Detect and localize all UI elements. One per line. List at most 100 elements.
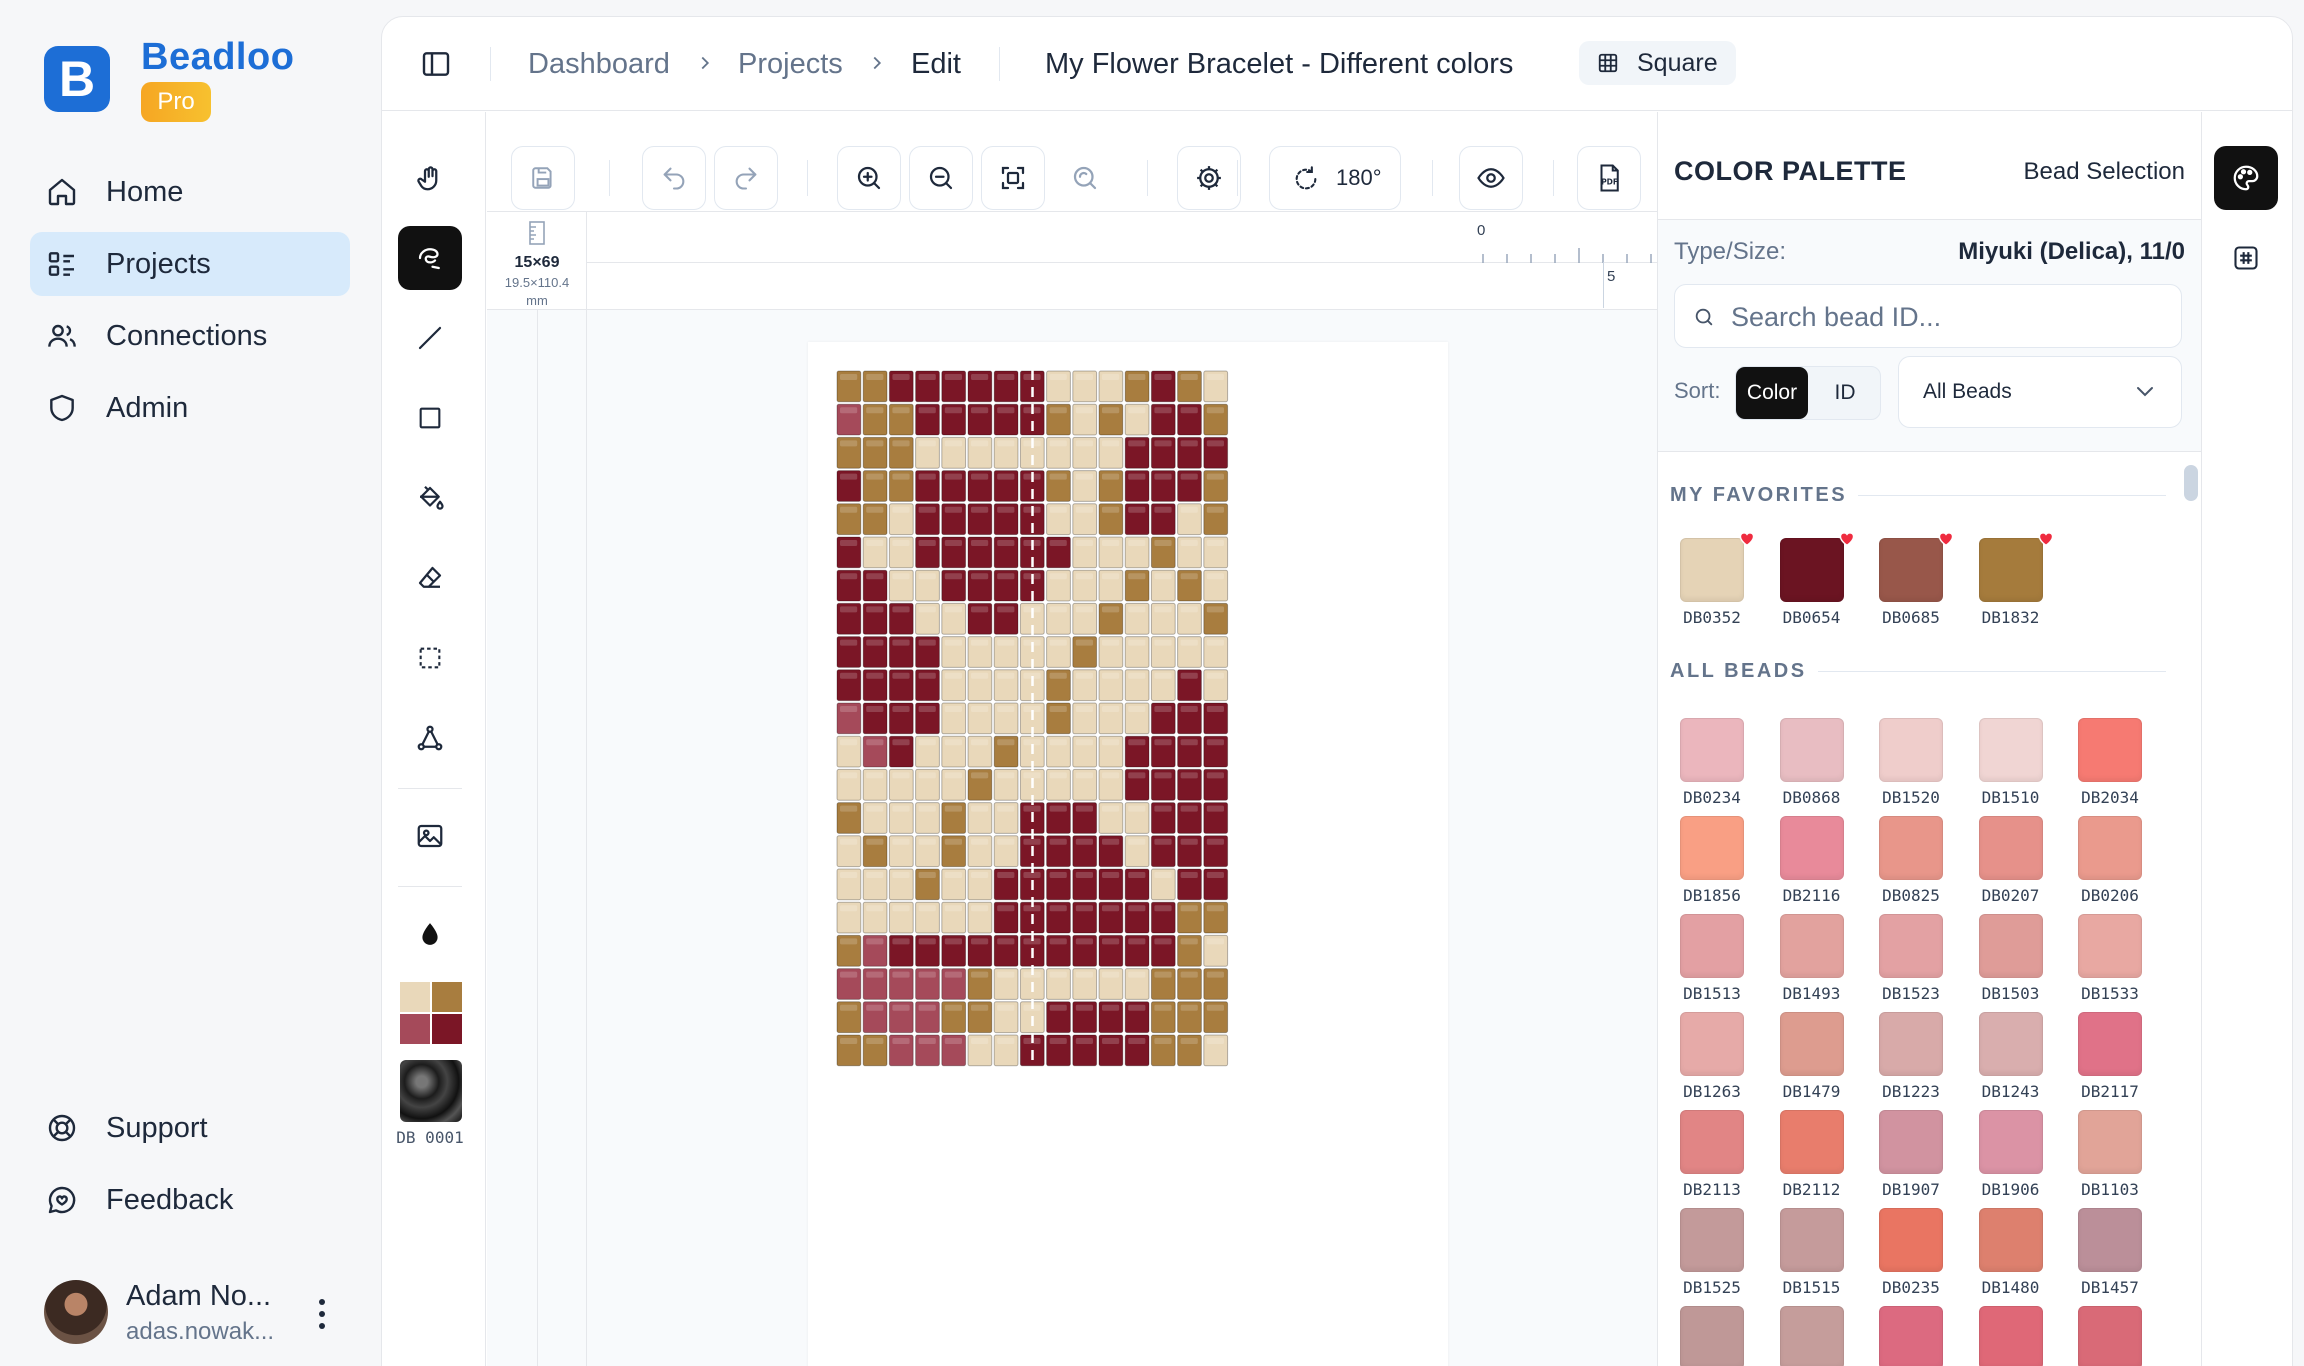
bead-color-chip[interactable] <box>1978 1110 2043 1174</box>
bead-color-chip[interactable] <box>1779 816 1844 880</box>
bead-color-chip[interactable] <box>1680 1208 1744 1272</box>
breadcrumb-projects[interactable]: Projects <box>738 48 843 81</box>
bead-swatch[interactable]: DB1480 <box>1969 1200 2059 1297</box>
bead-swatch[interactable] <box>1770 1298 1860 1366</box>
grid-panel-button[interactable] <box>2214 226 2278 290</box>
favorite-bead[interactable]: DB0685 <box>1869 530 1959 627</box>
hand-tool[interactable] <box>398 146 462 210</box>
bead-swatch[interactable]: DB1533 <box>2068 906 2158 1003</box>
bead-swatch[interactable]: DB2116 <box>1770 808 1860 905</box>
reset-zoom-button[interactable] <box>1053 146 1117 210</box>
bead-swatch[interactable]: DB1906 <box>1969 1102 2059 1199</box>
bead-swatch[interactable]: DB1243 <box>1969 1004 2059 1101</box>
bead-swatch[interactable]: DB1503 <box>1969 906 2059 1003</box>
settings-button[interactable] <box>1177 146 1241 210</box>
favorite-bead[interactable]: DB0352 <box>1670 530 1760 627</box>
bead-color-chip[interactable] <box>1680 1306 1744 1366</box>
preview-button[interactable] <box>1459 146 1523 210</box>
sidebar-toggle-icon[interactable] <box>420 48 452 80</box>
bead-color-chip[interactable] <box>1978 1208 2043 1272</box>
image-import-tool[interactable] <box>398 804 462 868</box>
bead-color-chip[interactable] <box>2078 914 2142 978</box>
redo-button[interactable] <box>714 146 778 210</box>
bead-filter-select[interactable]: All Beads <box>1898 356 2182 428</box>
brand-name[interactable]: Beadloo <box>141 36 294 79</box>
heart-icon[interactable] <box>1937 530 1955 546</box>
nav-item-projects[interactable]: Projects <box>30 232 350 296</box>
nav-item-support[interactable]: Support <box>30 1096 350 1160</box>
eraser-tool[interactable] <box>398 546 462 610</box>
bead-swatch[interactable]: DB1457 <box>2068 1200 2158 1297</box>
bead-swatch[interactable]: DB1103 <box>2068 1102 2158 1199</box>
palette-panel-button[interactable] <box>2214 146 2278 210</box>
bead-color-chip[interactable] <box>1879 914 1943 978</box>
bead-color-chip[interactable] <box>1779 538 1844 602</box>
bead-color-chip[interactable] <box>2078 718 2142 782</box>
bead-color-chip[interactable] <box>2078 1110 2142 1174</box>
nav-item-admin[interactable]: Admin <box>30 376 350 440</box>
bead-color-chip[interactable] <box>2078 1012 2142 1076</box>
bead-grid[interactable] <box>836 370 1422 1366</box>
rectangle-tool[interactable] <box>398 386 462 450</box>
search-input[interactable] <box>1731 297 2151 337</box>
bead-color-chip[interactable] <box>1879 718 1943 782</box>
zoom-out-button[interactable] <box>909 146 973 210</box>
favorite-bead[interactable]: DB0654 <box>1770 530 1860 627</box>
zoom-in-button[interactable] <box>837 146 901 210</box>
heart-icon[interactable] <box>1838 530 1856 546</box>
bead-swatch[interactable]: DB1856 <box>1670 808 1760 905</box>
shape-tool[interactable] <box>398 706 462 770</box>
stitch-type-badge[interactable]: Square <box>1579 41 1736 85</box>
bead-color-chip[interactable] <box>1978 538 2043 602</box>
sort-by-id-button[interactable]: ID <box>1808 367 1882 419</box>
favorite-bead[interactable]: DB1832 <box>1969 530 2059 627</box>
bead-swatch[interactable] <box>1869 1298 1959 1366</box>
bead-swatch[interactable] <box>1969 1298 2059 1366</box>
bead-color-chip[interactable] <box>1680 816 1744 880</box>
bead-swatch[interactable]: DB1223 <box>1869 1004 1959 1101</box>
bead-color-chip[interactable] <box>1978 816 2043 880</box>
bead-swatch[interactable] <box>2068 1298 2158 1366</box>
bead-type-value[interactable]: Miyuki (Delica), 11/0 <box>1958 238 2185 266</box>
current-bead-swatch[interactable] <box>400 1060 462 1122</box>
bead-color-chip[interactable] <box>1680 1110 1744 1174</box>
bead-swatch[interactable]: DB1525 <box>1670 1200 1760 1297</box>
bead-color-chip[interactable] <box>1779 1012 1844 1076</box>
bead-color-chip[interactable] <box>1680 538 1744 602</box>
bead-color-chip[interactable] <box>1978 718 2043 782</box>
selection-tool[interactable] <box>398 626 462 690</box>
bead-color-chip[interactable] <box>2078 816 2142 880</box>
bead-swatch[interactable]: DB0825 <box>1869 808 1959 905</box>
bead-color-chip[interactable] <box>1680 718 1744 782</box>
palette-scrollbar[interactable] <box>2184 465 2198 501</box>
freehand-draw-tool[interactable] <box>398 226 462 290</box>
breadcrumb-dashboard[interactable]: Dashboard <box>528 48 670 81</box>
avatar[interactable] <box>44 1280 108 1344</box>
undo-button[interactable] <box>642 146 706 210</box>
rotate-button[interactable]: 180° <box>1269 146 1401 210</box>
bead-swatch[interactable]: DB0207 <box>1969 808 2059 905</box>
bead-swatch[interactable]: DB2034 <box>2068 710 2158 807</box>
bead-swatch[interactable]: DB2113 <box>1670 1102 1760 1199</box>
bead-color-chip[interactable] <box>1978 1012 2043 1076</box>
bead-swatch[interactable]: DB1907 <box>1869 1102 1959 1199</box>
bead-color-chip[interactable] <box>1779 718 1844 782</box>
bead-swatch[interactable]: DB0206 <box>2068 808 2158 905</box>
pattern-canvas[interactable]: 15×69 19.5×110.4 mm 0 5 <box>487 211 1657 1366</box>
project-title[interactable]: My Flower Bracelet - Different colors <box>1045 48 1513 81</box>
heart-icon[interactable] <box>1738 530 1756 546</box>
fill-tool[interactable] <box>398 466 462 530</box>
color-picker-tool[interactable] <box>398 902 462 966</box>
bead-swatch[interactable]: DB1513 <box>1670 906 1760 1003</box>
bead-swatch[interactable]: DB1510 <box>1969 710 2059 807</box>
bead-color-chip[interactable] <box>2078 1208 2142 1272</box>
heart-icon[interactable] <box>2037 530 2055 546</box>
recent-color-swatch[interactable] <box>400 1014 430 1044</box>
bead-color-chip[interactable] <box>1879 1012 1943 1076</box>
nav-item-connections[interactable]: Connections <box>30 304 350 368</box>
nav-item-feedback[interactable]: Feedback <box>30 1168 350 1232</box>
bead-color-chip[interactable] <box>1978 1306 2043 1366</box>
bead-color-chip[interactable] <box>1879 1208 1943 1272</box>
recent-color-swatch[interactable] <box>432 982 462 1012</box>
export-pdf-button[interactable]: PDF <box>1577 146 1641 210</box>
